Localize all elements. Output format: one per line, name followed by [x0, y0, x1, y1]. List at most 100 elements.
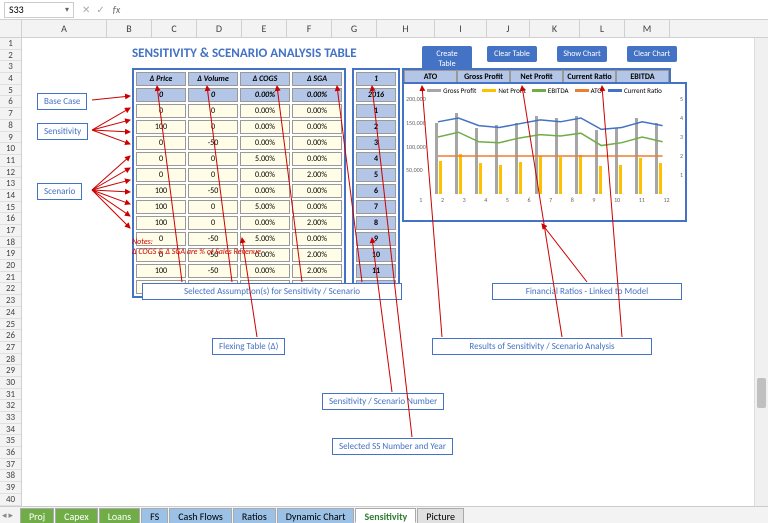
row-header-34[interactable]: 34	[0, 424, 21, 436]
name-box[interactable]: S33 ▾	[4, 2, 74, 18]
ss-number-label: Sensitivity / Scenario Number	[322, 393, 444, 410]
col-header-H[interactable]: H	[377, 20, 435, 37]
row-header-39[interactable]: 39	[0, 482, 21, 494]
cancel-icon[interactable]: ✕	[82, 3, 90, 16]
row-header-37[interactable]: 37	[0, 459, 21, 471]
tab-fs[interactable]: FS	[141, 508, 168, 523]
tab-picture[interactable]: Picture	[417, 508, 464, 523]
row-header-29[interactable]: 29	[0, 365, 21, 377]
enter-icon[interactable]: ✓	[96, 3, 104, 16]
chart-legend: Gross ProfitNet ProfitEBITDAATOCurrent R…	[404, 84, 685, 97]
row-header-12[interactable]: 12	[0, 167, 21, 179]
row-header-36[interactable]: 36	[0, 447, 21, 459]
row-header-22[interactable]: 22	[0, 283, 21, 295]
clear-table-button[interactable]: Clear Table	[487, 46, 537, 62]
row-header-17[interactable]: 17	[0, 225, 21, 237]
col-header-I[interactable]: I	[435, 20, 487, 37]
row-header-23[interactable]: 23	[0, 295, 21, 307]
formula-input[interactable]	[128, 2, 764, 18]
sheet-tabs: ◂ ▸ ProjCapexLoansFSCash FlowsRatiosDyna…	[0, 506, 768, 523]
select-all-corner[interactable]	[0, 20, 22, 37]
financial-ratios-label: Financial Ratios - Linked to Model	[492, 283, 682, 300]
row-header-30[interactable]: 30	[0, 377, 21, 389]
row-header-40[interactable]: 40	[0, 494, 21, 506]
chart-area: 50,000100,000150,000200,0001234512345678…	[410, 99, 679, 194]
row-header-8[interactable]: 8	[0, 120, 21, 132]
tab-loans[interactable]: Loans	[99, 508, 140, 523]
grid: 1234567891011121314151617181920212223242…	[0, 38, 768, 506]
formula-bar: S33 ▾ ✕ ✓ fx	[0, 0, 768, 20]
col-header-M[interactable]: M	[625, 20, 670, 37]
base-case-label: Base Case	[37, 93, 87, 110]
page-title: SENSITIVITY & SCENARIO ANALYSIS TABLE	[132, 46, 357, 61]
row-header-25[interactable]: 25	[0, 319, 21, 331]
row-header-13[interactable]: 13	[0, 178, 21, 190]
row-header-21[interactable]: 21	[0, 272, 21, 284]
row-header-24[interactable]: 24	[0, 307, 21, 319]
row-header-20[interactable]: 20	[0, 260, 21, 272]
row-header-31[interactable]: 31	[0, 389, 21, 401]
row-header-28[interactable]: 28	[0, 354, 21, 366]
row-header-6[interactable]: 6	[0, 96, 21, 108]
col-header-F[interactable]: F	[287, 20, 332, 37]
tab-dynamic-chart[interactable]: Dynamic Chart	[277, 508, 355, 523]
row-header-19[interactable]: 19	[0, 248, 21, 260]
row-header-35[interactable]: 35	[0, 435, 21, 447]
legend-gross-profit: Gross Profit	[427, 86, 476, 95]
row-header-15[interactable]: 15	[0, 202, 21, 214]
row-header-9[interactable]: 9	[0, 132, 21, 144]
row-header-2[interactable]: 2	[0, 50, 21, 62]
col-header-C[interactable]: C	[152, 20, 197, 37]
scroll-thumb[interactable]	[757, 378, 766, 408]
legend-ebitda: EBITDA	[532, 86, 569, 95]
tab-capex[interactable]: Capex	[55, 508, 98, 523]
chart-box: Gross ProfitNet ProfitEBITDAATOCurrent R…	[402, 82, 687, 222]
row-header-16[interactable]: 16	[0, 213, 21, 225]
row-header-18[interactable]: 18	[0, 237, 21, 249]
delta-table: Δ PriceΔ VolumeΔ COGSΔ SGA000.00%0.00%00…	[132, 68, 346, 298]
row-header-4[interactable]: 4	[0, 73, 21, 85]
notes-text: Δ COGS & Δ SGA are % of Sales Revenue	[132, 247, 261, 257]
row-header-32[interactable]: 32	[0, 400, 21, 412]
col-header-A[interactable]: A	[22, 20, 107, 37]
row-header-26[interactable]: 26	[0, 330, 21, 342]
row-header-1[interactable]: 1	[0, 38, 21, 50]
row-header-14[interactable]: 14	[0, 190, 21, 202]
flexing-table-label: Flexing Table (Δ)	[212, 338, 285, 355]
col-header-L[interactable]: L	[580, 20, 625, 37]
col-header-G[interactable]: G	[332, 20, 377, 37]
tab-ratios[interactable]: Ratios	[233, 508, 276, 523]
tab-sensitivity[interactable]: Sensitivity	[355, 508, 416, 523]
col-header-K[interactable]: K	[530, 20, 580, 37]
row-header-27[interactable]: 27	[0, 342, 21, 354]
name-box-value: S33	[9, 3, 24, 16]
row-header-5[interactable]: 5	[0, 85, 21, 97]
sheet-area[interactable]: SENSITIVITY & SCENARIO ANALYSIS TABLE Cr…	[22, 38, 768, 506]
legend-net-profit: Net Profit	[482, 86, 526, 95]
row-headers: 1234567891011121314151617181920212223242…	[0, 38, 22, 506]
column-headers: ABCDEFGHIJKLM	[0, 20, 768, 38]
row-header-11[interactable]: 11	[0, 155, 21, 167]
name-box-dropdown-icon[interactable]: ▾	[65, 5, 69, 15]
tab-nav-icon[interactable]: ◂ ▸	[2, 510, 13, 521]
clear-chart-button[interactable]: Clear Chart	[627, 46, 677, 62]
fx-icon[interactable]: fx	[113, 3, 120, 16]
row-header-7[interactable]: 7	[0, 108, 21, 120]
show-chart-button[interactable]: Show Chart	[557, 46, 607, 62]
col-header-B[interactable]: B	[107, 20, 152, 37]
col-header-J[interactable]: J	[487, 20, 530, 37]
sensitivity-label: Sensitivity	[37, 123, 88, 140]
row-header-38[interactable]: 38	[0, 470, 21, 482]
row-header-33[interactable]: 33	[0, 412, 21, 424]
legend-ato: ATO	[575, 86, 602, 95]
col-header-D[interactable]: D	[197, 20, 242, 37]
results-analysis-label: Results of Sensitivity / Scenario Analys…	[432, 338, 652, 355]
tab-cash-flows[interactable]: Cash Flows	[169, 508, 232, 523]
content-overlay: SENSITIVITY & SCENARIO ANALYSIS TABLE Cr…	[22, 38, 768, 506]
vertical-scrollbar[interactable]	[754, 38, 768, 506]
row-header-10[interactable]: 10	[0, 143, 21, 155]
selected-assumptions-label: Selected Assumption(s) for Sensitivity /…	[142, 283, 402, 300]
col-header-E[interactable]: E	[242, 20, 287, 37]
tab-proj[interactable]: Proj	[20, 508, 54, 523]
row-header-3[interactable]: 3	[0, 61, 21, 73]
